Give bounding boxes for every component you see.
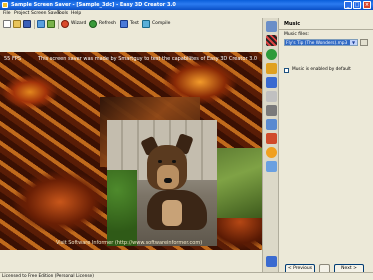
fps-counter: 55 FPS: [4, 56, 22, 62]
minimize-button[interactable]: _: [344, 1, 352, 9]
footer-text: Visit Software Informer (http://www.soft…: [56, 240, 203, 246]
camera-icon[interactable]: [266, 77, 277, 88]
menu-tools[interactable]: Tools: [57, 11, 68, 16]
chevron-down-icon[interactable]: ▼: [350, 40, 357, 45]
texture-icon[interactable]: [266, 35, 277, 46]
music-files-label: Music files:: [284, 32, 309, 37]
info-icon[interactable]: [266, 161, 277, 172]
scene-icon[interactable]: [266, 21, 277, 32]
refresh-icon[interactable]: [89, 20, 97, 28]
panel-divider: [279, 29, 373, 30]
menu-bar: File Project Screen Saver Tools Help: [0, 10, 373, 18]
test-icon[interactable]: [120, 20, 128, 28]
redo-icon[interactable]: [47, 20, 55, 28]
menu-help[interactable]: Help: [71, 11, 81, 16]
text-icon[interactable]: [266, 119, 277, 130]
compile-icon[interactable]: [142, 20, 150, 28]
test-button[interactable]: Test: [130, 21, 139, 26]
dog-photo: [107, 120, 217, 246]
wizard-button[interactable]: Wizard: [71, 21, 86, 26]
help-icon[interactable]: [266, 256, 277, 267]
toolbar: Wizard Refresh Test Compile: [0, 18, 262, 31]
wizard-icon[interactable]: [61, 20, 69, 28]
menu-project[interactable]: Project: [14, 11, 29, 16]
effect-icon[interactable]: [266, 105, 277, 116]
title-bar: Sample Screen Saver - [Sample_3dc] - Eas…: [0, 0, 373, 10]
music-files-value: Fly's Tip (The Wonders).mp3: [286, 41, 348, 46]
icon-strip: [262, 18, 279, 272]
music-icon[interactable]: [266, 133, 277, 144]
refresh-button[interactable]: Refresh: [99, 21, 116, 26]
compile-button[interactable]: Compile: [152, 21, 170, 26]
music-enabled-label: Music is enabled by default: [292, 67, 351, 72]
overlay-message: This screen saver was made by Smartguy t…: [38, 56, 258, 62]
status-bar: Licensed to Free Edition (Personal Licen…: [0, 272, 373, 280]
toolbar-separator: [34, 20, 35, 29]
menu-file[interactable]: File: [3, 11, 11, 16]
close-button[interactable]: ×: [363, 1, 371, 9]
window-title: Sample Screen Saver - [Sample_3dc] - Eas…: [11, 2, 176, 8]
open-folder-icon[interactable]: [13, 20, 21, 28]
undo-icon[interactable]: [37, 20, 45, 28]
music-files-select[interactable]: Fly's Tip (The Wonders).mp3 ▼: [284, 39, 358, 46]
music-enabled-checkbox[interactable]: [284, 68, 289, 73]
save-icon[interactable]: [23, 20, 31, 28]
object-icon[interactable]: [266, 63, 277, 74]
maximize-button[interactable]: □: [353, 1, 361, 9]
app-icon: [2, 2, 8, 8]
new-file-icon[interactable]: [3, 20, 11, 28]
canvas-bottom-area: [0, 250, 262, 272]
browse-folder-icon[interactable]: [360, 39, 368, 46]
panel-title: Music: [284, 21, 301, 27]
preview-canvas[interactable]: 55 FPS This screen saver was made by Sma…: [0, 52, 262, 250]
light-icon[interactable]: [266, 91, 277, 102]
refresh-scene-icon[interactable]: [266, 49, 277, 60]
properties-panel: Music Music files: Fly's Tip (The Wonder…: [279, 18, 373, 274]
toolbar-separator: [58, 20, 59, 29]
settings-icon[interactable]: [266, 147, 277, 158]
status-text: Licensed to Free Edition (Personal Licen…: [2, 274, 94, 279]
